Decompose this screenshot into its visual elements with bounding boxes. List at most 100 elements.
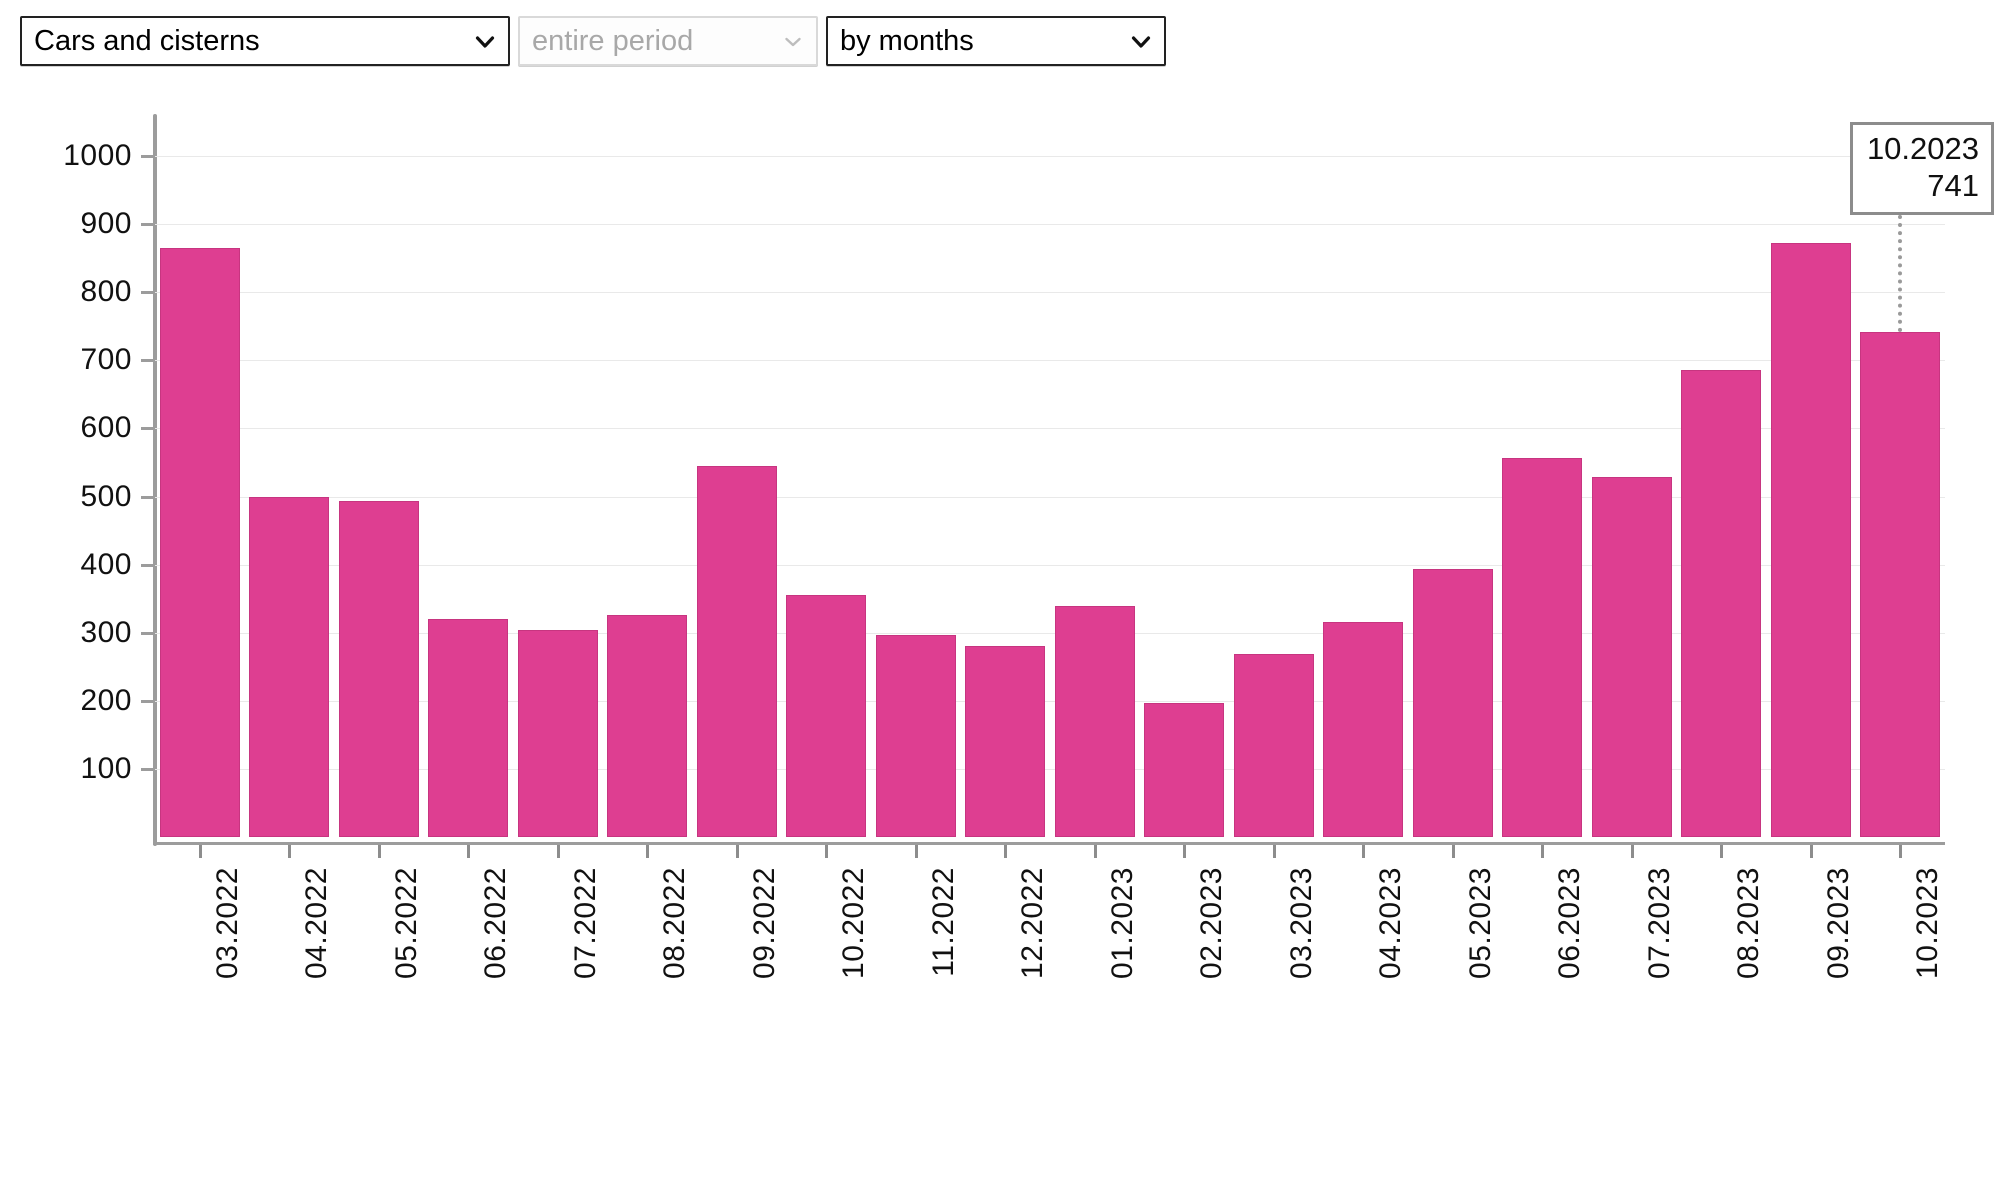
x-tick-label: 04.2022 <box>300 867 334 979</box>
gridline <box>155 700 1945 702</box>
bar[interactable] <box>1233 653 1314 837</box>
bar[interactable] <box>1770 243 1851 837</box>
x-tick-mark <box>825 845 829 858</box>
y-tick-mark <box>141 223 153 227</box>
bar[interactable] <box>1054 606 1135 837</box>
x-tick-mark <box>1720 845 1724 858</box>
x-tick-mark <box>377 845 381 858</box>
gridline <box>155 292 1945 294</box>
x-tick-mark <box>1183 845 1187 858</box>
y-tick-mark <box>141 427 153 431</box>
y-tick-mark <box>141 767 153 771</box>
x-tick-mark <box>467 845 471 858</box>
x-tick-mark <box>1451 845 1455 858</box>
x-tick-label: 08.2023 <box>1732 867 1766 979</box>
x-tick-label: 10.2023 <box>1911 867 1945 979</box>
gridline <box>155 360 1945 362</box>
x-tick-mark <box>1362 845 1366 858</box>
x-tick-label: 02.2023 <box>1195 867 1229 979</box>
x-tick-label: 05.2023 <box>1463 867 1497 979</box>
gridline <box>155 224 1945 226</box>
x-tick-label: 11.2022 <box>926 867 960 977</box>
bar-chart: 1000 900 800 700 600 500 400 300 200 100 03.2022 0… <box>0 92 2000 1197</box>
bar[interactable] <box>607 615 688 837</box>
x-tick-label: 01.2023 <box>1105 867 1139 979</box>
x-tick-mark <box>1541 845 1545 858</box>
period-select[interactable]: entire period <box>518 16 818 66</box>
grouping-select-value: by months <box>840 24 974 57</box>
x-tick-label: 06.2022 <box>479 867 513 979</box>
x-tick-mark <box>914 845 918 858</box>
y-tick-label: 700 <box>80 343 132 377</box>
y-tick-mark <box>141 699 153 703</box>
x-tick-label: 04.2023 <box>1374 867 1408 979</box>
x-tick-mark <box>556 845 560 858</box>
y-tick-mark <box>141 291 153 295</box>
bar[interactable] <box>1412 569 1493 837</box>
gridline <box>155 564 1945 566</box>
chevron-down-icon <box>475 32 495 52</box>
y-tick-mark <box>141 155 153 159</box>
y-tick-label: 900 <box>80 207 132 241</box>
plot-area <box>155 122 1945 837</box>
x-tick-label: 07.2023 <box>1642 867 1676 979</box>
y-tick-label: 600 <box>80 411 132 445</box>
bar[interactable] <box>159 247 240 837</box>
bar[interactable] <box>1591 476 1672 837</box>
y-tick-label: 800 <box>80 275 132 309</box>
gridline <box>155 496 1945 498</box>
grouping-select[interactable]: by months <box>826 16 1166 66</box>
bar[interactable] <box>786 594 867 837</box>
y-tick-mark <box>141 359 153 363</box>
y-tick-label: 1000 <box>63 139 132 173</box>
category-select[interactable]: Cars and cisterns <box>20 16 510 66</box>
y-tick-mark <box>141 563 153 567</box>
y-tick-label: 500 <box>80 479 132 513</box>
x-tick-label: 09.2022 <box>747 867 781 979</box>
x-tick-label: 03.2023 <box>1284 867 1318 979</box>
y-tick-mark <box>141 495 153 499</box>
x-tick-mark <box>735 845 739 858</box>
x-tick-label: 06.2023 <box>1553 867 1587 979</box>
tooltip-connector <box>1898 215 1903 333</box>
bar[interactable] <box>428 619 509 837</box>
gridline <box>155 768 1945 770</box>
bar[interactable] <box>338 501 419 837</box>
gridline <box>155 632 1945 634</box>
tooltip-value: 741 <box>1927 167 1979 203</box>
x-tick-mark <box>1809 845 1813 858</box>
x-tick-mark <box>1004 845 1008 858</box>
chevron-down-icon <box>783 32 803 52</box>
x-tick-label: 07.2022 <box>568 867 602 979</box>
filter-toolbar: Cars and cisterns entire period by month… <box>20 16 1166 66</box>
y-tick-label: 400 <box>80 547 132 581</box>
bar[interactable] <box>1502 458 1583 837</box>
bar[interactable] <box>249 496 330 837</box>
data-tooltip: 10.2023 741 <box>1849 122 1994 216</box>
x-tick-mark <box>1093 845 1097 858</box>
category-select-value: Cars and cisterns <box>34 24 260 57</box>
x-tick-mark <box>1630 845 1634 858</box>
gridline <box>155 156 1945 158</box>
x-tick-label: 05.2022 <box>389 867 423 979</box>
bar[interactable] <box>1860 332 1941 837</box>
y-tick-mark <box>141 631 153 635</box>
x-axis <box>153 842 1945 845</box>
bar[interactable] <box>517 630 598 837</box>
bar[interactable] <box>965 645 1046 837</box>
x-tick-label: 12.2022 <box>1016 867 1050 979</box>
y-tick-label: 200 <box>80 683 132 717</box>
y-tick-label: 300 <box>80 615 132 649</box>
bar[interactable] <box>1681 369 1762 837</box>
bar[interactable] <box>875 634 956 837</box>
x-tick-mark <box>1899 845 1903 858</box>
bar[interactable] <box>1144 702 1225 837</box>
x-tick-mark <box>288 845 292 858</box>
x-tick-mark <box>646 845 650 858</box>
x-tick-mark <box>198 845 202 858</box>
bar[interactable] <box>696 465 777 837</box>
tooltip-label: 10.2023 <box>1866 131 1979 166</box>
bar[interactable] <box>1323 621 1404 837</box>
x-tick-label: 03.2022 <box>210 867 244 979</box>
x-tick-mark <box>1272 845 1276 858</box>
